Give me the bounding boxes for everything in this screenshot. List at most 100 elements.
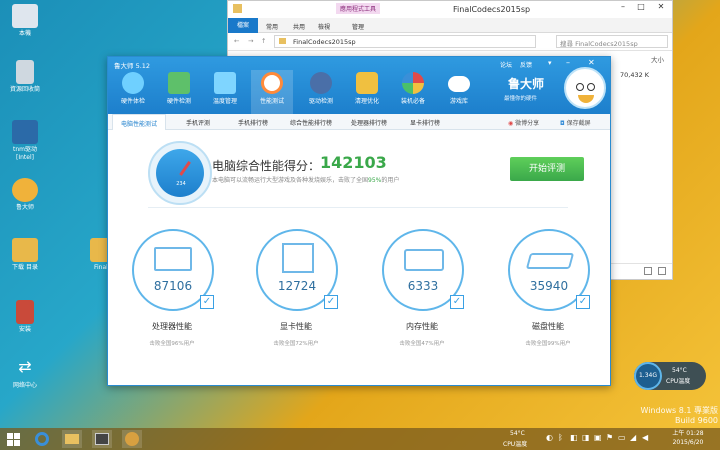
tab-share[interactable]: 共用 [293,22,305,31]
address-bar[interactable]: FinalCodecs2015sp [274,35,536,48]
tab-view[interactable]: 檢視 [318,22,330,31]
tray-app-icon[interactable]: ◨ [582,433,590,442]
tab-gpu-ranking[interactable]: 显卡排行榜 [410,118,440,127]
nav-cleanup[interactable]: 清理优化 [346,72,388,105]
watermark-build: Build 9600 [675,416,718,425]
thermometer-icon [122,72,144,94]
start-test-button[interactable]: 开始评测 [510,157,584,181]
desktop-icon-this-pc[interactable]: 本機 [2,4,48,38]
ludashi-tray-icon[interactable]: ◐ [546,433,553,442]
taskbar-media[interactable] [92,430,112,448]
taskbar-ie[interactable] [32,430,52,448]
tab-manage[interactable]: 管理 [352,22,364,31]
tray-temp-label: CPU温度 [503,441,528,448]
ribbon-context-label: 應用程式工具 [336,3,381,14]
nav-label: 清理优化 [354,98,379,105]
view-toggle-area [606,263,672,279]
details-view-icon[interactable] [644,267,652,275]
forward-arrow-icon[interactable]: → [248,37,253,45]
tab-overall-ranking[interactable]: 综合性能排行榜 [290,118,332,127]
tab-phone-review[interactable]: 手机评测 [186,118,210,127]
ludashi-window[interactable]: 鲁大师 5.12 论坛 反馈 ▾ – ✕ 硬件体检 硬件检测 温度管理 性能测试… [107,56,611,386]
nav-game-library[interactable]: 游戏库 [438,72,480,105]
desktop-icon-label: 資源回收筒 [9,86,40,93]
watermark-edition: Windows 8.1 專業版 [640,406,718,415]
explorer-ribbon-tabs: 檔案 常用 共用 檢視 管理 [228,18,672,33]
chart-icon [214,72,236,94]
camera-icon: ◘ [560,120,565,127]
ludashi-icon [12,178,38,202]
ludashi-title: 鲁大师 5.12 [114,62,151,70]
close-button[interactable]: ✕ [588,58,595,67]
bluetooth-icon[interactable]: ᛒ [558,433,563,442]
nav-essentials[interactable]: 装机必备 [392,72,434,105]
folder-icon [12,238,38,262]
maximize-button[interactable]: □ [634,2,648,11]
battery-icon[interactable]: ▭ [618,433,626,442]
tray-app-icon[interactable]: ◧ [570,433,578,442]
minimize-button[interactable]: – [616,2,630,11]
brand-name: 鲁大师 [508,77,545,91]
tab-file[interactable]: 檔案 [228,18,258,33]
cpu-ring: 1.34G [634,362,662,390]
memory-score: 6333 [407,279,439,293]
driver-icon [12,120,38,144]
up-arrow-icon[interactable]: ↑ [261,37,266,45]
recycle-bin-icon [16,60,34,84]
desktop-icon-driver[interactable]: tnm驱动 [Intel] [2,120,48,162]
minimize-button[interactable]: – [566,58,570,67]
tab-home[interactable]: 常用 [266,22,278,31]
broom-icon [356,72,378,94]
desktop-icon-install[interactable]: 安装 [2,300,48,334]
widget-temp-label: CPU温度 [666,378,691,385]
cpu-title: 处理器性能 [152,322,192,331]
desktop-icon-network[interactable]: ⇄ 网络中心 [2,356,48,390]
clock-date: 2015/6/20 [672,439,704,446]
file-size-value: 70,432 K [620,71,650,79]
nav-driver-detect[interactable]: 驱动检测 [300,72,342,105]
close-button[interactable]: ✕ [652,2,670,11]
desktop-icon-recycle-bin[interactable]: 資源回收筒 [2,60,48,94]
score-percent: 95% [368,177,382,184]
weibo-share[interactable]: ◉ 微博分享 [508,118,539,127]
volume-icon[interactable]: ◀ [642,433,648,442]
search-input[interactable]: 搜尋 FinalCodecs2015sp [556,35,668,48]
tray-app-icon[interactable]: ▣ [594,433,602,442]
tab-phone-ranking[interactable]: 手机排行榜 [238,118,268,127]
flag-icon[interactable]: ⚑ [606,433,613,442]
nav-hardware-detect[interactable]: 硬件检测 [158,72,200,105]
save-screenshot[interactable]: ◘ 保存截屏 [560,118,591,127]
gear-icon [310,72,332,94]
column-header-size[interactable]: 大小 [651,54,664,64]
disk-beat: 击败全国99%用户 [525,341,571,347]
network-icon[interactable]: ◢ [630,433,636,442]
gpu-title: 显卡性能 [280,322,312,331]
desktop-icon-downloads[interactable]: 下载 目录 [2,238,48,272]
folder-icon [65,434,79,444]
film-icon [95,433,109,445]
check-icon: ✓ [324,295,338,309]
large-icons-view-icon[interactable] [658,267,666,275]
nav-hardware-checkup[interactable]: 硬件体检 [112,72,154,105]
tab-pc-performance[interactable]: 电脑性能测试 [112,114,167,130]
feedback-link[interactable]: 反馈 [520,60,532,69]
disk-score: 35940 [529,279,569,293]
skin-icon[interactable]: ▾ [548,59,552,67]
nav-performance-test[interactable]: 性能测试 [251,70,293,114]
folder-icon [279,38,286,44]
back-arrow-icon[interactable]: ← [234,37,239,45]
memory-beat: 击败全国47%用户 [399,341,445,347]
start-button[interactable] [4,430,24,448]
forum-link[interactable]: 论坛 [500,60,512,69]
taskbar-ludashi[interactable] [122,430,142,448]
installer-icon [16,300,34,324]
taskbar-file-explorer[interactable] [62,430,82,448]
taskbar-clock[interactable]: 上午 01:28 2015/6/20 [668,429,708,447]
cpu-temp-widget[interactable]: 1.34G 54°C CPU温度 [634,362,706,390]
score-speedometer: 234 [148,141,212,205]
nav-temperature[interactable]: 温度管理 [204,72,246,105]
tab-cpu-ranking[interactable]: 处理器排行榜 [351,118,387,127]
mascot-avatar [564,67,606,109]
pinwheel-icon [402,72,424,94]
desktop-icon-ludashi[interactable]: 鲁大师 [2,178,48,212]
